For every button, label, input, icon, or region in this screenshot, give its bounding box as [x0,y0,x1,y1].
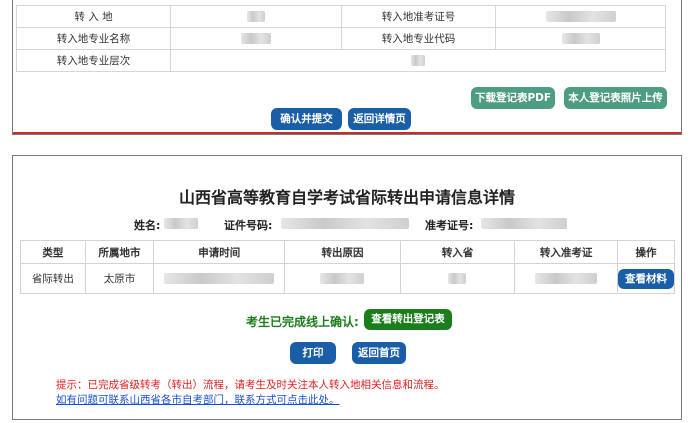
column-header: 申请时间 [153,240,286,264]
exam-number-value [481,218,567,229]
id-number-value [281,218,409,229]
action-cell: 查看材料 [617,263,675,294]
transfer-in-place-value [170,5,342,28]
reason-cell [284,263,401,294]
transfer-in-form-table: 转 入 地 转入地准考证号 转入地专业名称 转入地专业代码 转入地专业层次 [16,5,666,72]
transfer-out-detail-panel: 山西省高等教育自学考试省际转出申请信息详情 姓名: 证件号码: 准考证号: 类型… [12,155,682,420]
column-header: 转入准考证 [514,240,618,264]
red-underline [13,132,681,134]
major-name-value [170,27,342,50]
print-button[interactable]: 打印 [290,342,336,364]
form-row: 转 入 地 转入地准考证号 [16,5,666,28]
transfer-in-exam-no-label: 转入地准考证号 [341,5,496,28]
view-transfer-form-button[interactable]: 查看转出登记表 [364,309,452,330]
back-detail-button[interactable]: 返回详情页 [348,108,411,130]
transfer-in-exam-no-value [495,5,666,28]
transfer-in-place-label: 转 入 地 [16,5,171,28]
contact-link[interactable]: 如有问题可联系山西省各市自考部门，联系方式可点击此处。 [56,392,340,407]
form-row: 转入地专业名称 转入地专业代码 [16,27,666,50]
apply-time-cell [153,263,286,294]
name-label: 姓名: [134,219,161,232]
notice-text: 提示：已完成省级转考（转出）流程，请考生及时关注本人转入地相关信息和流程。 [56,379,445,391]
confirm-submit-button[interactable]: 确认并提交 [271,108,342,130]
form-row: 转入地专业层次 [16,49,666,72]
download-pdf-button[interactable]: 下载登记表PDF [471,87,555,109]
table-row: 省际转出 太原市 查看材料 [20,263,675,294]
major-code-value [495,27,666,50]
column-header: 转入省 [399,240,516,264]
table-header-row: 类型 所属地市 申请时间 转出原因 转入省 转入准考证 操作 [20,240,675,264]
column-header: 操作 [617,240,675,264]
back-home-button[interactable]: 返回首页 [352,342,406,364]
exam-number-label: 准考证号: [425,219,474,232]
column-header: 类型 [20,240,86,264]
city-cell: 太原市 [84,263,155,294]
online-confirmed-text: 考生已完成线上确认: [246,315,359,329]
name-value [164,218,198,229]
id-number-label: 证件号码: [224,219,273,232]
page-title: 山西省高等教育自学考试省际转出申请信息详情 [178,188,515,207]
major-level-value [170,49,666,72]
target-exam-no-cell [514,263,618,294]
transfer-out-table: 类型 所属地市 申请时间 转出原因 转入省 转入准考证 操作 省际转出 太原市 … [20,240,675,294]
transfer-in-form-panel: 转 入 地 转入地准考证号 转入地专业名称 转入地专业代码 转入地专业层次 下载… [12,0,682,135]
major-code-label: 转入地专业代码 [341,27,496,50]
target-province-cell [399,263,516,294]
column-header: 所属地市 [84,240,155,264]
major-name-label: 转入地专业名称 [16,27,171,50]
view-materials-button[interactable]: 查看材料 [618,268,674,289]
upload-photo-button[interactable]: 本人登记表照片上传 [564,87,667,109]
type-cell: 省际转出 [20,263,86,294]
column-header: 转出原因 [284,240,401,264]
major-level-label: 转入地专业层次 [16,49,171,72]
